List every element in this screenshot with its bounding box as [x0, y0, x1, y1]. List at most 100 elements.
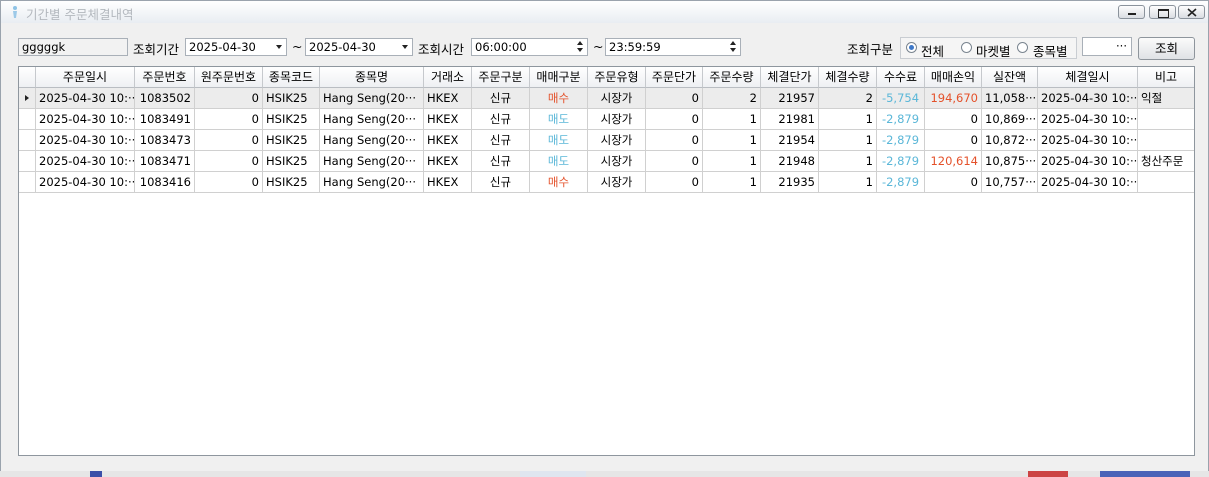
- radio-market-label[interactable]: 마켓별: [976, 41, 1011, 60]
- col-header-exchange[interactable]: 거래소: [424, 67, 472, 88]
- cell-order-price: 0: [646, 172, 703, 193]
- taskbar-item[interactable]: [90, 471, 102, 477]
- cell-symbol-code: HSIK25: [263, 109, 320, 130]
- cell-symbol-name: Hang Seng(20···: [320, 172, 424, 193]
- cell-fill-time: 2025-04-30 10:···: [1038, 88, 1138, 109]
- col-header-symbol-name[interactable]: 종목명: [320, 67, 424, 88]
- col-header-order-class[interactable]: 주문구분: [472, 67, 530, 88]
- row-indicator[interactable]: [19, 172, 36, 193]
- table-row[interactable]: 2025-04-30 10:··· 1083471 0 HSIK25 Hang Seng…: [19, 151, 1194, 172]
- row-indicator[interactable]: [19, 130, 36, 151]
- cell-fill-time: 2025-04-30 10:···: [1038, 172, 1138, 193]
- cell-pnl: 0: [925, 172, 982, 193]
- cell-order-price: 0: [646, 151, 703, 172]
- maximize-button[interactable]: [1149, 5, 1176, 19]
- table-row[interactable]: 2025-04-30 10:··· 1083491 0 HSIK25 Hang Seng…: [19, 109, 1194, 130]
- spin-up-icon[interactable]: [577, 41, 583, 45]
- radio-all-label[interactable]: 전체: [921, 41, 944, 60]
- col-header-order-type[interactable]: 주문유형: [588, 67, 646, 88]
- col-header-order-price[interactable]: 주문단가: [646, 67, 703, 88]
- date-to-value: 2025-04-30: [309, 40, 376, 54]
- spin-down-icon[interactable]: [730, 48, 736, 52]
- radio-all[interactable]: [906, 42, 917, 53]
- table-row[interactable]: 2025-04-30 10:··· 1083416 0 HSIK25 Hang Seng…: [19, 172, 1194, 193]
- col-header-pnl[interactable]: 매매손익: [925, 67, 982, 88]
- cell-exchange: HKEX: [424, 88, 472, 109]
- cell-symbol-name: Hang Seng(20···: [320, 109, 424, 130]
- cell-fill-qty: 1: [819, 172, 877, 193]
- radio-symbol-label[interactable]: 종목별: [1033, 41, 1068, 60]
- chevron-down-icon: [276, 45, 282, 49]
- taskbar-item[interactable]: [1100, 471, 1190, 477]
- window-title: 기간별 주문체결내역: [26, 7, 134, 22]
- chevron-down-icon: [402, 45, 408, 49]
- cell-fee: -2,879: [877, 151, 925, 172]
- col-header-fill-qty[interactable]: 체결수량: [819, 67, 877, 88]
- search-button[interactable]: 조회: [1138, 37, 1195, 60]
- taskbar-item[interactable]: [1028, 471, 1068, 477]
- col-header-orig-order-no[interactable]: 원주문번호: [195, 67, 263, 88]
- cell-symbol-code: HSIK25: [263, 151, 320, 172]
- cell-side: 매도: [530, 109, 588, 130]
- cell-symbol-name: Hang Seng(20···: [320, 88, 424, 109]
- account-field[interactable]: gggggk: [18, 38, 128, 56]
- col-header-order-qty[interactable]: 주문수량: [703, 67, 761, 88]
- period-label: 조회기간: [133, 42, 180, 57]
- time-label: 조회시간: [418, 42, 465, 57]
- cell-order-class: 신규: [472, 172, 530, 193]
- cell-fill-time: 2025-04-30 10:···: [1038, 151, 1138, 172]
- minimize-button[interactable]: [1118, 5, 1145, 19]
- time-to-spinner[interactable]: 23:59:59: [605, 38, 741, 56]
- radio-market[interactable]: [961, 42, 972, 53]
- query-type-label: 조회구분: [847, 42, 894, 57]
- col-header-order-no[interactable]: 주문번호: [135, 67, 195, 88]
- close-button[interactable]: [1178, 5, 1205, 19]
- cell-order-no: 1083502: [135, 88, 195, 109]
- col-header-fill-price[interactable]: 체결단가: [761, 67, 819, 88]
- cell-orig-order-no: 0: [195, 172, 263, 193]
- col-header-fill-time[interactable]: 체결일시: [1038, 67, 1138, 88]
- col-header-symbol-code[interactable]: 종목코드: [263, 67, 320, 88]
- cell-pnl: 0: [925, 130, 982, 151]
- symbol-picker[interactable]: ···: [1082, 37, 1132, 56]
- table-header[interactable]: 주문일시 주문번호 원주문번호 종목코드 종목명 거래소 주문구분 매매구분 주문유형 주문단가 주…: [19, 67, 1194, 88]
- cell-balance: 11,058···: [982, 88, 1038, 109]
- row-indicator[interactable]: [19, 109, 36, 130]
- cell-side: 매수: [530, 172, 588, 193]
- col-header-fee[interactable]: 수수료: [877, 67, 925, 88]
- table-row[interactable]: 2025-04-30 10:··· 1083502 0 HSIK25 Hang Seng…: [19, 88, 1194, 109]
- time-from-spinner[interactable]: 06:00:00: [471, 38, 588, 56]
- cell-fee: -5,754: [877, 88, 925, 109]
- col-header-note[interactable]: 비고: [1138, 67, 1194, 88]
- cell-orig-order-no: 0: [195, 109, 263, 130]
- col-header-balance[interactable]: 실잔액: [982, 67, 1038, 88]
- cell-order-class: 신규: [472, 109, 530, 130]
- cell-order-qty: 1: [703, 109, 761, 130]
- spin-down-icon[interactable]: [577, 48, 583, 52]
- taskbar-item[interactable]: [520, 471, 586, 477]
- row-indicator[interactable]: [19, 88, 36, 109]
- range-separator: ~: [292, 39, 303, 54]
- row-indicator[interactable]: [19, 151, 36, 172]
- cell-exchange: HKEX: [424, 151, 472, 172]
- time-from-value: 06:00:00: [475, 40, 527, 54]
- col-header-side[interactable]: 매매구분: [530, 67, 588, 88]
- cell-note: 청산주문: [1138, 151, 1194, 172]
- date-from-value: 2025-04-30: [189, 40, 256, 54]
- order-table[interactable]: 주문일시 주문번호 원주문번호 종목코드 종목명 거래소 주문구분 매매구분 주문유형 주문단가 주…: [18, 66, 1195, 456]
- cell-orig-order-no: 0: [195, 88, 263, 109]
- radio-symbol[interactable]: [1017, 42, 1028, 53]
- cell-fill-price: 21948: [761, 151, 819, 172]
- cell-pnl: 0: [925, 109, 982, 130]
- cell-pnl: 194,670: [925, 88, 982, 109]
- title-bar[interactable]: 기간별 주문체결내역: [1, 1, 1208, 23]
- taskbar-strip: [0, 471, 1209, 477]
- cell-order-type: 시장가: [588, 88, 646, 109]
- date-to-select[interactable]: 2025-04-30: [305, 38, 413, 56]
- cell-note: [1138, 172, 1194, 193]
- table-row[interactable]: 2025-04-30 10:··· 1083473 0 HSIK25 Hang Seng…: [19, 130, 1194, 151]
- date-from-select[interactable]: 2025-04-30: [185, 38, 287, 56]
- col-header-order-time[interactable]: 주문일시: [36, 67, 135, 88]
- cell-side: 매도: [530, 130, 588, 151]
- spin-up-icon[interactable]: [730, 41, 736, 45]
